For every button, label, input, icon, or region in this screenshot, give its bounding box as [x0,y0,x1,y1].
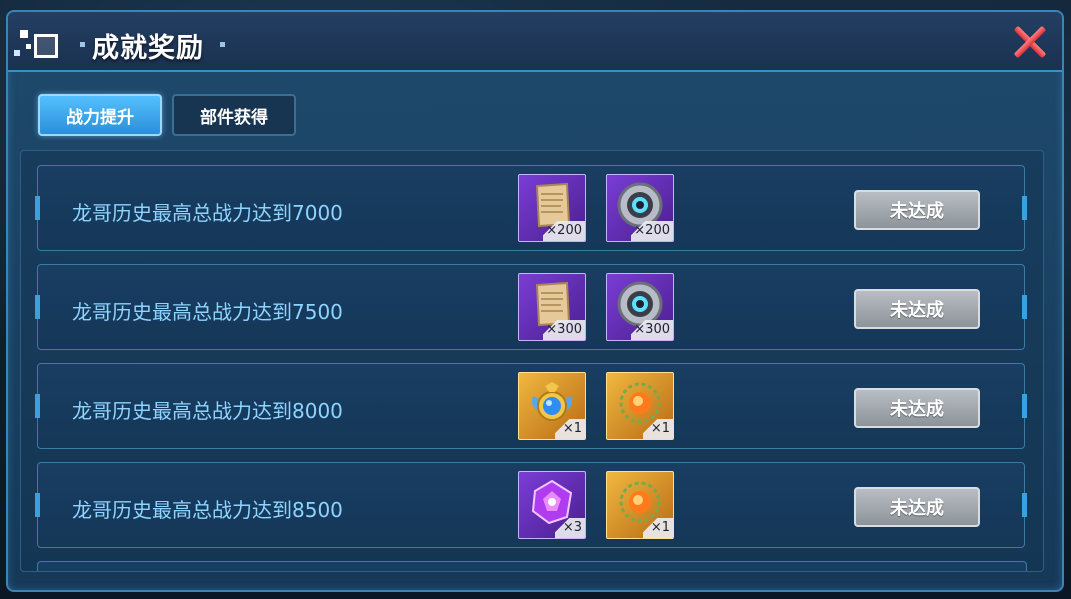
status-button[interactable]: 未达成 [854,388,980,428]
achievement-description: 龙哥历史最高总战力达到7000 [72,201,343,225]
achievement-description: 龙哥历史最高总战力达到8500 [72,498,343,522]
reward-quantity: ×300 [543,320,585,340]
status-button[interactable]: 未达成 [854,289,980,329]
achievement-dialog: 成就奖励 战力提升 部件获得 龙哥历史最高总战力达到7000 ×200 ×200… [6,10,1064,592]
reward-quantity: ×3 [555,518,585,538]
achievement-row: 龙哥历史最高总战力达到8500 ×3 ×1 未达成 [35,462,1027,548]
status-button[interactable]: 未达成 [854,190,980,230]
reward-quantity: ×200 [543,221,585,241]
reward-item[interactable]: ×1 [518,372,586,440]
reward-item[interactable]: ×200 [606,174,674,242]
title-decoration-icon [14,30,58,64]
status-button[interactable]: 未达成 [854,487,980,527]
reward-quantity: ×1 [643,518,673,538]
reward-item[interactable]: ×1 [606,372,674,440]
reward-item[interactable]: ×200 [518,174,586,242]
title-dot-right [220,42,225,47]
achievement-row-partial [37,561,1027,571]
achievement-row: 龙哥历史最高总战力达到7000 ×200 ×200 未达成 [35,165,1027,251]
reward-item[interactable]: ×300 [606,273,674,341]
achievement-row: 龙哥历史最高总战力达到7500 ×300 ×300 未达成 [35,264,1027,350]
title-bar: 成就奖励 [8,12,1062,72]
reward-item[interactable]: ×3 [518,471,586,539]
achievement-list[interactable]: 龙哥历史最高总战力达到7000 ×200 ×200 未达成 龙哥历史最高总战力达… [20,150,1044,572]
reward-item[interactable]: ×300 [518,273,586,341]
title-dot-left [80,42,85,47]
reward-quantity: ×200 [631,221,673,241]
close-icon[interactable] [1012,24,1048,60]
achievement-description: 龙哥历史最高总战力达到7500 [72,300,343,324]
achievement-description: 龙哥历史最高总战力达到8000 [72,399,343,423]
tab-parts-obtained[interactable]: 部件获得 [172,94,296,136]
dialog-title: 成就奖励 [92,33,204,64]
reward-quantity: ×1 [643,419,673,439]
reward-quantity: ×1 [555,419,585,439]
reward-quantity: ×300 [631,320,673,340]
tab-power-up[interactable]: 战力提升 [38,94,162,136]
achievement-row: 龙哥历史最高总战力达到8000 ×1 ×1 未达成 [35,363,1027,449]
reward-item[interactable]: ×1 [606,471,674,539]
